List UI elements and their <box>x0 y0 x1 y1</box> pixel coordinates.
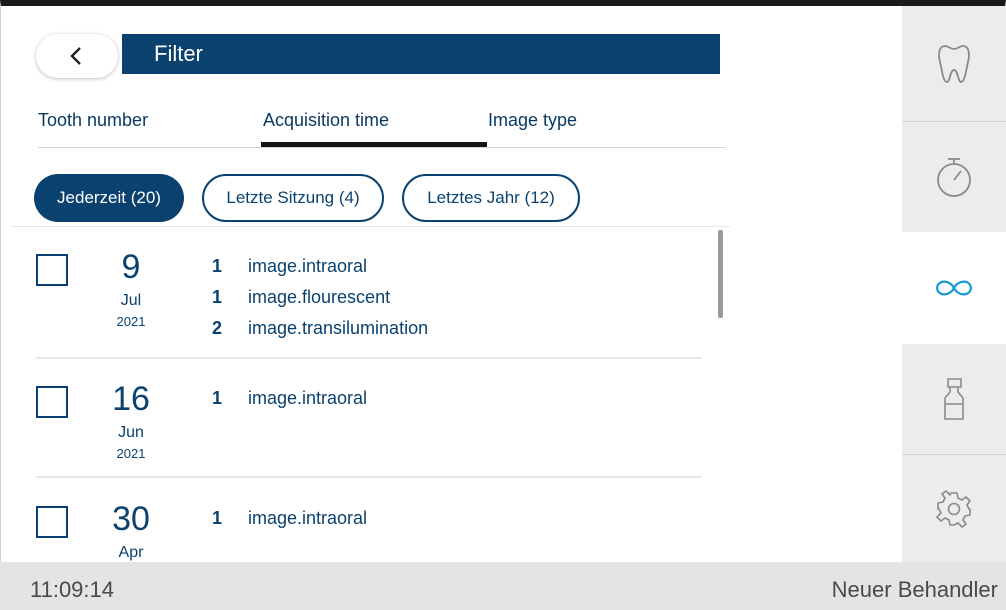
image-count-line: 1 image.intraoral <box>212 508 367 529</box>
select-checkbox[interactable] <box>36 254 68 286</box>
chevron-left-icon <box>70 47 81 65</box>
clock: 11:09:14 <box>30 577 115 602</box>
image-type: image.intraoral <box>248 508 368 528</box>
image-type: image.intraoral <box>248 256 368 276</box>
filter-chip-last-session[interactable]: Letzte Sitzung (4) <box>202 174 384 222</box>
filter-chip-last-year[interactable]: Letztes Jahr (12) <box>402 174 580 222</box>
filter-panel: Filter Tooth number Acquisition time Ima… <box>10 6 902 562</box>
image-count: 2 <box>212 318 223 338</box>
select-checkbox[interactable] <box>36 386 68 418</box>
sidebar-item-settings[interactable] <box>902 455 1006 562</box>
sidebar-item-timer[interactable] <box>902 122 1006 232</box>
sidebar-item-tooth[interactable] <box>902 6 1006 121</box>
image-count: 1 <box>212 508 223 528</box>
list-scrollbar[interactable] <box>718 230 723 318</box>
filter-chip-anytime[interactable]: Jederzeit (20) <box>34 174 184 222</box>
image-type: image.transilumination <box>248 318 429 338</box>
tab-acquisition-time[interactable]: Acquisition time <box>263 110 389 131</box>
entry-month: Apr <box>118 544 144 561</box>
entry-month: Jul <box>120 292 142 309</box>
settings-icon <box>936 489 971 528</box>
row-divider <box>36 476 702 478</box>
entry-day: 9 <box>121 248 141 286</box>
page-title-text: Filter <box>154 41 203 66</box>
active-tab-indicator <box>261 142 487 147</box>
entry-day: 30 <box>112 500 150 538</box>
entry-year: 2021 <box>116 446 146 461</box>
tab-image-type[interactable]: Image type <box>488 110 577 131</box>
tab-tooth-number[interactable]: Tooth number <box>38 110 148 131</box>
image-type: image.flourescent <box>248 287 391 307</box>
tab-bar: Tooth number Acquisition time Image type <box>38 104 726 148</box>
image-count-line: 2 image.transilumination <box>212 318 428 339</box>
current-user[interactable]: Neuer Behandler <box>832 577 998 603</box>
spray-bottle-icon <box>944 378 964 420</box>
page-title: Filter <box>122 34 720 74</box>
list-item: 16 Jun 2021 1 image.intraoral <box>36 360 702 480</box>
entry-month: Jun <box>118 424 144 441</box>
sidebar-item-infinity[interactable] <box>902 232 1006 344</box>
image-count-line: 1 image.flourescent <box>212 287 390 308</box>
select-checkbox[interactable] <box>36 506 68 538</box>
image-count-line: 1 image.intraoral <box>212 256 367 277</box>
image-count: 1 <box>212 388 223 408</box>
image-count: 1 <box>212 287 223 307</box>
infinity-icon <box>935 280 973 296</box>
list-item: 30 Apr 1 image.intraoral <box>36 480 702 562</box>
sidebar-item-spray[interactable] <box>902 344 1006 454</box>
entry-year: 2021 <box>116 314 146 329</box>
image-type: image.intraoral <box>248 388 368 408</box>
status-bar: 11:09:14 Neuer Behandler <box>0 562 1006 610</box>
entry-day: 16 <box>112 380 150 418</box>
right-sidebar <box>902 6 1006 562</box>
back-button[interactable] <box>36 34 118 78</box>
list-item: 9 Jul 2021 1 image.intraoral 1 image.flour… <box>36 230 702 360</box>
timer-icon <box>937 158 971 197</box>
image-count-line: 1 image.intraoral <box>212 388 367 409</box>
image-count: 1 <box>212 256 223 276</box>
list-divider <box>10 226 730 227</box>
row-divider <box>36 357 702 359</box>
tooth-icon <box>938 44 970 83</box>
